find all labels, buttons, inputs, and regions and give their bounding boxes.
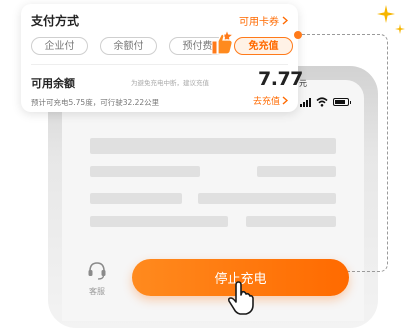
- balance-hint: 为避免充电中断，建议充值: [131, 79, 209, 87]
- placeholder-bar: [90, 216, 228, 227]
- thumbs-up-icon: [211, 28, 235, 55]
- payment-method-title: 支付方式: [31, 14, 80, 28]
- placeholder-bar: [90, 166, 200, 177]
- chevron-right-icon: [282, 96, 288, 105]
- connector-dot: [294, 31, 302, 39]
- headset-icon: [88, 262, 106, 280]
- payment-option-enterprise[interactable]: 企业付: [31, 37, 88, 55]
- payment-option-no-recharge[interactable]: 免充值: [234, 37, 293, 55]
- pointer-hand-icon: [227, 281, 254, 315]
- balance-amount: 7.77: [258, 68, 303, 90]
- sparkle-icon: [377, 5, 395, 23]
- payment-option-balance[interactable]: 余额付: [100, 37, 157, 55]
- available-balance-label: 可用余额: [31, 77, 75, 90]
- recharge-link-label: 去充值: [252, 97, 280, 107]
- sparkle-icon: [395, 24, 405, 34]
- coupon-link-label: 可用卡券: [239, 17, 279, 28]
- available-coupons-link[interactable]: 可用卡券: [239, 13, 288, 28]
- customer-service-label: 客服: [89, 287, 105, 296]
- placeholder-bar: [90, 138, 336, 154]
- payment-method-card: 支付方式 可用卡券 企业付 余额付 预付费 免充值 可用余额 为避免充电中断，建…: [21, 4, 307, 112]
- balance-unit: 元: [299, 79, 307, 88]
- customer-service[interactable]: 客服: [84, 260, 110, 297]
- placeholder-bar: [90, 193, 182, 204]
- dashed-connector: [302, 34, 388, 272]
- card-divider: [31, 64, 288, 65]
- chevron-right-icon: [282, 16, 288, 25]
- recharge-link[interactable]: 去充值: [253, 94, 288, 107]
- balance-estimate: 预计可充电5.75度，可行驶32.22公里: [31, 98, 160, 107]
